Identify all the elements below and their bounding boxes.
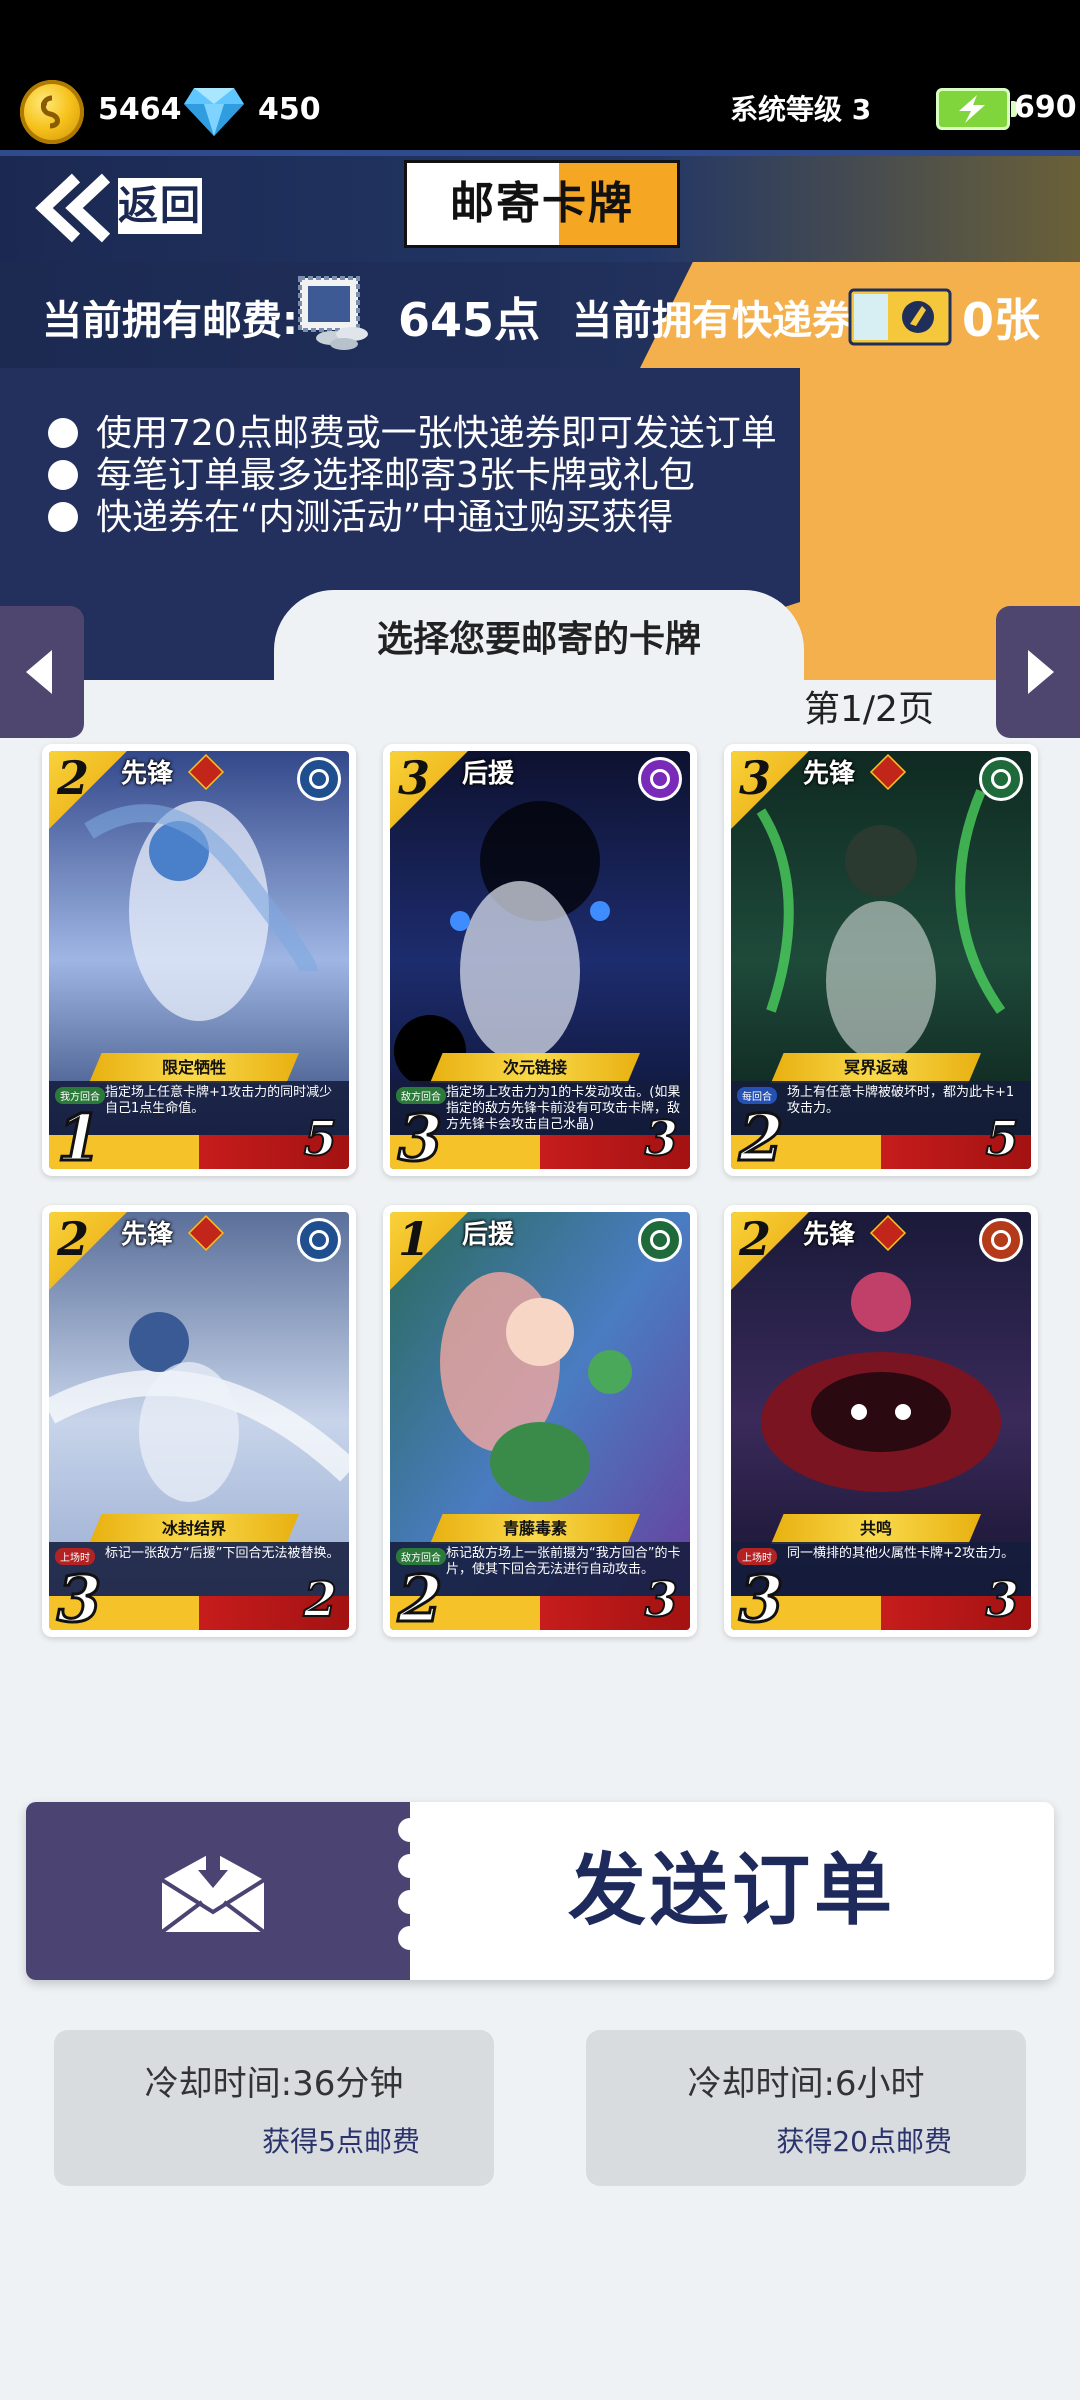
- card-health: 2: [303, 1571, 338, 1629]
- cooldown-box[interactable]: 冷却时间:6小时 获得20点邮费: [586, 2030, 1026, 2186]
- send-order-label[interactable]: 发送订单: [410, 1802, 1054, 1980]
- thunder-attribute-icon: [638, 757, 682, 801]
- bullet-icon: [48, 418, 78, 448]
- gem-count: 450: [258, 92, 321, 127]
- postage-fee-label: 当前拥有邮费:: [42, 298, 298, 344]
- card-description: 同一横排的其他火属性卡牌+2攻击力。: [787, 1546, 1015, 1561]
- send-order-icon-panel: [26, 1802, 422, 1980]
- back-label[interactable]: 返回: [118, 178, 202, 234]
- cooldown-time: 冷却时间:6小时: [687, 2064, 925, 2104]
- card-attack: 1: [56, 1100, 104, 1170]
- card-role: 先锋: [803, 1220, 856, 1250]
- stamp-icon: [292, 274, 378, 352]
- coin-count: 5464: [98, 92, 182, 127]
- card-role: 先锋: [121, 1220, 174, 1250]
- card-item[interactable]: 1 后援 青藤毒素 敌方回合 标记敌方场上一张前摄为“我方回合”的卡片，使其下回…: [383, 1205, 697, 1637]
- card-cost: 3: [398, 751, 431, 805]
- card-role: 先锋: [121, 759, 174, 789]
- ability-name: 青藤毒素: [502, 1519, 567, 1538]
- cooldown-reward: 获得5点邮费: [262, 2125, 420, 2158]
- express-ticket-label: 当前拥有快递券:: [572, 298, 868, 344]
- fire-attribute-icon: [979, 1218, 1023, 1262]
- ability-bar: 限定牺牲: [89, 1053, 299, 1083]
- express-ticket-value: 0张: [962, 293, 1041, 347]
- card-role: 先锋: [803, 759, 856, 789]
- ability-name: 冰封结界: [161, 1519, 226, 1538]
- card-item[interactable]: 2 先锋 冰封结界 上场时 标记一张敌方“后援”下回合无法被替换。 3 2: [42, 1205, 356, 1637]
- card-cost: 1: [398, 1212, 431, 1266]
- arrow-left-icon: [26, 650, 52, 694]
- envelope-download-icon: [160, 1848, 266, 1934]
- select-title: 选择您要邮寄的卡牌: [376, 619, 701, 660]
- card-description: 标记一张敌方“后援”下回合无法被替换。: [105, 1546, 340, 1561]
- card-attack: 3: [56, 1561, 104, 1631]
- wind-attribute-icon: [979, 757, 1023, 801]
- ability-name: 次元链接: [502, 1058, 567, 1077]
- water-attribute-icon: [297, 757, 341, 801]
- card-role: 后援: [462, 759, 515, 789]
- card-attack: 2: [738, 1100, 786, 1170]
- ability-name: 共鸣: [859, 1519, 892, 1538]
- arrow-right-icon: [1028, 650, 1054, 694]
- coin-icon: [20, 80, 84, 144]
- cooldown-reward: 获得20点邮费: [776, 2125, 952, 2158]
- card-health: 5: [303, 1110, 338, 1168]
- cooldown-box[interactable]: 冷却时间:36分钟 获得5点邮费: [54, 2030, 494, 2186]
- card-health: 3: [985, 1571, 1020, 1629]
- info-line-3: 快递券在“内测活动”中通过购买获得: [48, 488, 673, 540]
- postage-fee-value: 645点: [398, 293, 541, 347]
- system-level: 系统等级 3: [730, 93, 872, 126]
- card-health: 3: [644, 1110, 679, 1168]
- next-page-button[interactable]: [996, 606, 1080, 738]
- info-text: 快递券在“内测活动”中通过购买获得: [96, 497, 674, 538]
- card-health: 5: [985, 1110, 1020, 1168]
- card-item[interactable]: 2 先锋 共鸣 上场时 同一横排的其他火属性卡牌+2攻击力。 3 3: [724, 1205, 1038, 1637]
- ability-bar: 冥界返魂: [771, 1053, 981, 1083]
- ability-bar: 冰封结界: [89, 1514, 299, 1544]
- page-indicator: 第1/2页: [804, 689, 934, 730]
- bullet-icon: [48, 460, 78, 490]
- card-attack: 3: [397, 1100, 445, 1170]
- bullet-icon: [48, 502, 78, 532]
- battery-icon: [936, 88, 1017, 130]
- double-chevron-left-icon: [35, 173, 111, 243]
- card-cost: 2: [739, 1212, 772, 1266]
- prev-page-button[interactable]: [0, 606, 84, 738]
- card-cost: 2: [57, 751, 90, 805]
- express-ticket-icon: [848, 284, 952, 348]
- card-health: 3: [644, 1571, 679, 1629]
- page-title-box: 邮寄卡牌: [404, 160, 680, 248]
- card-item[interactable]: 3 先锋 冥界返魂 每回合 场上有任意卡牌被破坏时，都为此卡+1攻击力。 2 5: [724, 744, 1038, 1176]
- page-title: 邮寄卡牌: [450, 178, 634, 229]
- card-item[interactable]: 2 先锋 限定牺牲 我方回合 指定场上任意卡牌+1攻击力的同时减少自己1点生命值…: [42, 744, 356, 1176]
- send-order-button[interactable]: 发送订单: [26, 1802, 1054, 1980]
- water-attribute-icon: [297, 1218, 341, 1262]
- card-cost: 3: [739, 751, 772, 805]
- card-attack: 3: [738, 1561, 786, 1631]
- card-cost: 2: [57, 1212, 90, 1266]
- status-bar: [0, 0, 1080, 150]
- card-attack: 2: [397, 1561, 445, 1631]
- diamond-icon: [182, 86, 246, 142]
- ability-bar: 青藤毒素: [430, 1514, 640, 1544]
- cooldown-time: 冷却时间:36分钟: [144, 2064, 404, 2104]
- energy-count: 690: [1014, 90, 1077, 125]
- ability-name: 冥界返魂: [843, 1058, 908, 1077]
- card-item[interactable]: 3 后援 次元链接 敌方回合 指定场上攻击力为1的卡发动攻击。(如果指定的敌方先…: [383, 744, 697, 1176]
- wind-attribute-icon: [638, 1218, 682, 1262]
- ability-name: 限定牺牲: [161, 1058, 226, 1077]
- ability-bar: 共鸣: [771, 1514, 981, 1544]
- ability-bar: 次元链接: [430, 1053, 640, 1083]
- card-role: 后援: [462, 1220, 515, 1250]
